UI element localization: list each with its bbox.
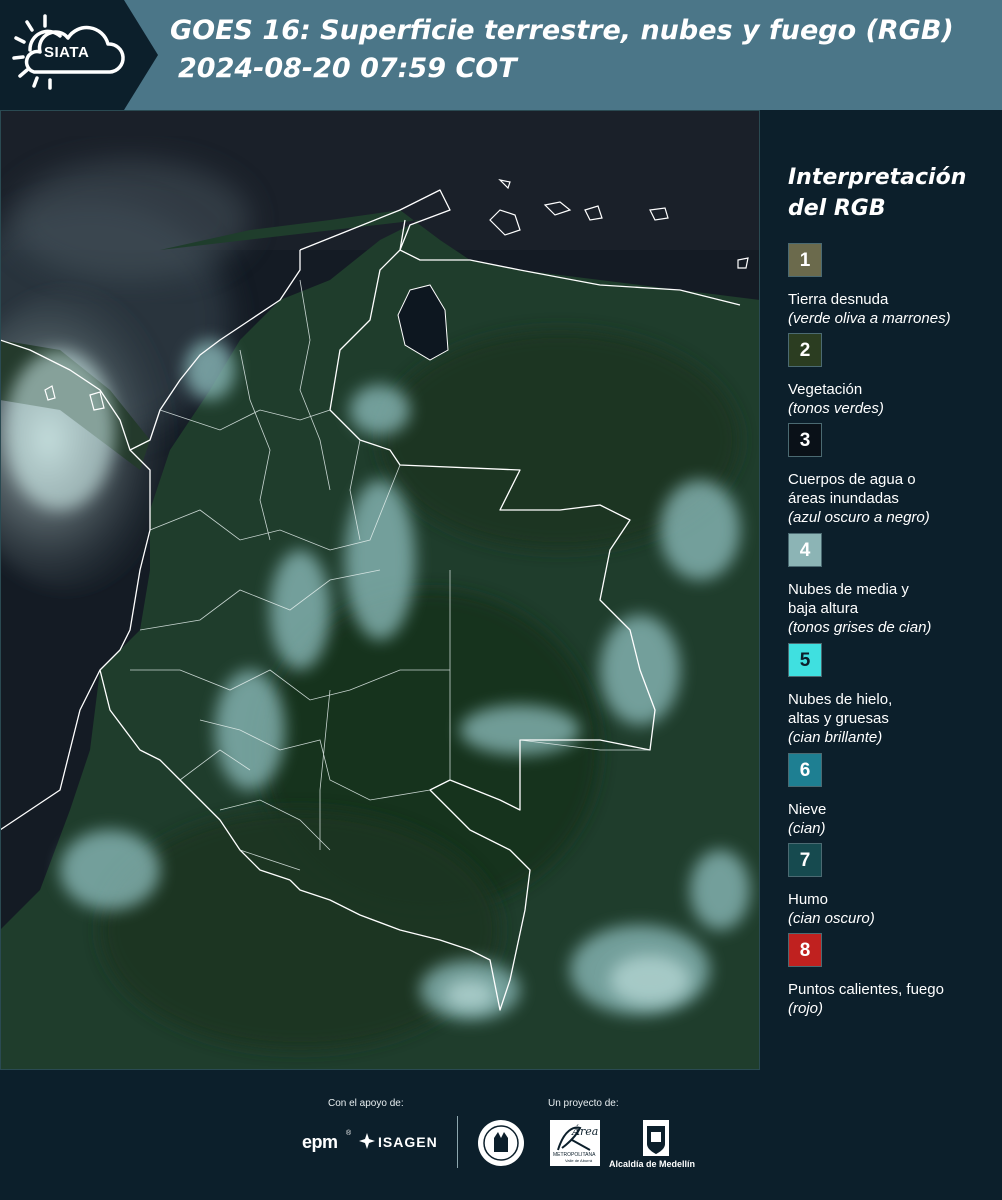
satellite-map[interactable]	[0, 110, 760, 1070]
legend-item-desc: (cian brillante)	[788, 729, 883, 746]
legend-item-snow: 6 Nieve (cian)	[788, 753, 998, 838]
project-label: Un proyecto de:	[548, 1098, 619, 1109]
legend-swatch: 4	[788, 533, 822, 567]
support-label: Con el apoyo de:	[328, 1098, 404, 1109]
legend-item-desc: (rojo)	[788, 1000, 824, 1017]
registered-mark-icon: ®	[346, 1130, 352, 1137]
metro-sub2: Valle de Aburrá	[565, 1158, 593, 1163]
legend-title: Interpretación del RGB	[788, 165, 967, 221]
legend-item-water: 3 Cuerpos de agua o áreas inundadas (azu…	[788, 423, 998, 527]
siata-logo[interactable]: SIATA	[0, 0, 160, 110]
legend-item-desc: (tonos verdes)	[788, 400, 884, 417]
footer: Con el apoyo de: Un proyecto de: epm ® I…	[0, 1070, 1002, 1200]
satellite-image	[0, 110, 760, 1070]
logo-text: SIATA	[44, 44, 90, 61]
legend-item-desc: (verde oliva a marrones)	[788, 310, 951, 327]
page-title: GOES 16: Superficie terrestre, nubes y f…	[170, 12, 996, 88]
legend-item-desc: (cian)	[788, 820, 826, 837]
legend-item-desc: (cian oscuro)	[788, 910, 875, 927]
legend-item-label: Cuerpos de agua o áreas inundadas	[788, 471, 916, 507]
legend-swatch: 3	[788, 423, 822, 457]
title-timestamp: 2024-08-20 07:59 COT	[178, 53, 517, 84]
legend-item-desc: (azul oscuro a negro)	[788, 509, 930, 526]
seal-icon[interactable]	[476, 1118, 526, 1168]
legend-item-label: Vegetación	[788, 381, 863, 398]
footer-divider	[457, 1116, 458, 1168]
legend-item-label: Puntos calientes, fuego	[788, 981, 944, 998]
legend-swatch: 8	[788, 933, 822, 967]
metro-name: Área	[572, 1125, 599, 1138]
legend-item-label: Humo	[788, 891, 829, 908]
legend-swatch: 7	[788, 843, 822, 877]
alcaldia-label: Alcaldía de Medellín	[609, 1159, 696, 1169]
legend-swatch: 6	[788, 753, 822, 787]
legend-item-desc: (tonos grises de cian)	[788, 619, 932, 636]
rgb-legend: Interpretación del RGB 1 Tierra desnuda …	[760, 110, 1002, 1070]
legend-item-label: Nubes de media y baja altura	[788, 581, 909, 617]
legend-item-ice-clouds: 5 Nubes de hielo, altas y gruesas (cian …	[788, 643, 998, 747]
epm-logo[interactable]: epm	[302, 1132, 338, 1153]
legend-item-low-clouds: 4 Nubes de media y baja altura (tonos gr…	[788, 533, 998, 637]
title-product: GOES 16: Superficie terrestre, nubes y f…	[170, 15, 954, 46]
coat-of-arms-icon[interactable]	[641, 1118, 671, 1158]
legend-item-label: Nubes de hielo, altas y gruesas	[788, 691, 893, 727]
legend-swatch: 5	[788, 643, 822, 677]
legend-item-smoke: 7 Humo (cian oscuro)	[788, 843, 998, 928]
legend-swatch: 2	[788, 333, 822, 367]
legend-item-label: Tierra desnuda	[788, 291, 889, 308]
legend-item-vegetation: 2 Vegetación (tonos verdes)	[788, 333, 998, 418]
header-band: SIATA GOES 16: Superficie terrestre, nub…	[0, 0, 1002, 110]
legend-item-bare-soil: 1 Tierra desnuda (verde oliva a marrones…	[788, 243, 998, 328]
isagen-mark-icon	[359, 1133, 375, 1149]
legend-swatch: 1	[788, 243, 822, 277]
legend-item-label: Nieve	[788, 801, 827, 818]
isagen-logo[interactable]: ISAGEN	[378, 1134, 438, 1150]
legend-item-fire: 8 Puntos calientes, fuego (rojo)	[788, 933, 998, 1018]
